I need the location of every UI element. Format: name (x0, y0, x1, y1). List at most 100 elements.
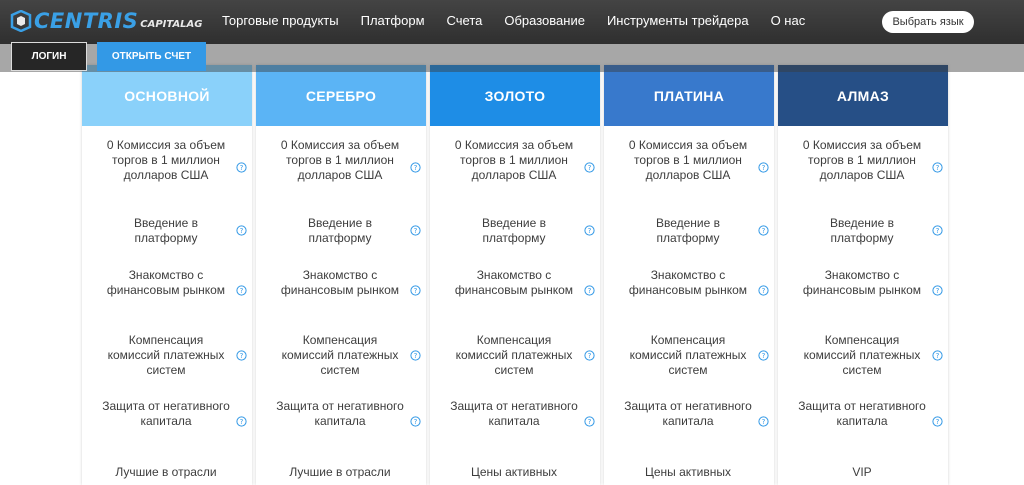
plan-column: ПЛАТИНА 0 Комиссия за объем торгов в 1 ми… (604, 65, 774, 485)
logo-main-text: CENTRIS (34, 9, 139, 33)
plan-feature-text: Защита от негативного капитала (624, 399, 752, 428)
plan-feature-text: Знакомство с финансовым рынком (280, 268, 400, 297)
svg-text:?: ? (240, 418, 244, 426)
plan-feature-text: Введение в платформу (655, 216, 721, 245)
nav-trader-tools[interactable]: Инструменты трейдера (607, 13, 749, 28)
svg-text:?: ? (414, 227, 418, 235)
svg-text:?: ? (240, 164, 244, 172)
plan-column: СЕРЕБРО 0 Комиссия за объем торгов в 1 ми… (256, 65, 426, 485)
plan-feature-text: Знакомство с финансовым рынком (454, 268, 574, 297)
svg-text:?: ? (762, 352, 766, 360)
plan-feature-text: Введение в платформу (133, 216, 199, 245)
plan-feature-text: 0 Комиссия за объем торгов в 1 миллион д… (628, 138, 748, 182)
plan-feature-text: Компенсация комиссий платежных систем (455, 333, 573, 377)
help-question-icon[interactable]: ? (410, 349, 421, 361)
help-question-icon[interactable]: ? (932, 415, 943, 427)
plan-feature-text: 0 Комиссия за объем торгов в 1 миллион д… (454, 138, 574, 182)
plan-feature-text: 0 Комиссия за объем торгов в 1 миллион д… (802, 138, 922, 182)
svg-text:?: ? (936, 227, 940, 235)
help-question-icon[interactable]: ? (758, 349, 769, 361)
svg-text:?: ? (588, 287, 592, 295)
help-question-icon[interactable]: ? (758, 225, 769, 236)
svg-text:?: ? (762, 287, 766, 295)
plan-feature-text: 0 Комиссия за объем торгов в 1 миллион д… (280, 138, 400, 182)
plan-column: ОСНОВНОЙ 0 Комиссия за объем торгов в 1 м… (82, 65, 252, 485)
svg-text:?: ? (762, 164, 766, 172)
svg-text:?: ? (588, 164, 592, 172)
help-question-icon[interactable]: ? (236, 349, 247, 361)
nav-about[interactable]: О нас (771, 13, 806, 28)
logo-mark-icon (10, 10, 32, 32)
svg-text:?: ? (936, 164, 940, 172)
plan-feature-text: Компенсация комиссий платежных систем (107, 333, 225, 377)
plan-feature-text: Введение в платформу (829, 216, 895, 245)
help-question-icon[interactable]: ? (236, 225, 247, 236)
help-question-icon[interactable]: ? (584, 349, 595, 361)
svg-text:?: ? (588, 352, 592, 360)
svg-text:?: ? (762, 418, 766, 426)
svg-text:?: ? (240, 352, 244, 360)
svg-text:?: ? (936, 287, 940, 295)
plan-header[interactable]: АЛМАЗ (778, 65, 948, 126)
plan-header[interactable]: ПЛАТИНА (604, 65, 774, 126)
svg-text:?: ? (936, 352, 940, 360)
help-question-icon[interactable]: ? (758, 162, 769, 173)
help-question-icon[interactable]: ? (932, 349, 943, 361)
plan-feature-text: Компенсация комиссий платежных систем (281, 333, 399, 377)
help-question-icon[interactable]: ? (584, 284, 595, 296)
logo-sub-text: CAPITALAG (140, 18, 203, 30)
help-question-icon[interactable]: ? (236, 415, 247, 427)
help-question-icon[interactable]: ? (932, 162, 943, 173)
plan-feature-text: Введение в платформу (481, 216, 547, 245)
help-question-icon[interactable]: ? (758, 284, 769, 296)
login-button[interactable]: ЛОГИН (11, 42, 87, 71)
svg-text:?: ? (588, 418, 592, 426)
help-question-icon[interactable]: ? (758, 415, 769, 427)
help-question-icon[interactable]: ? (584, 225, 595, 236)
plan-header[interactable]: ЗОЛОТО (430, 65, 600, 126)
plan-column: АЛМАЗ 0 Комиссия за объем торгов в 1 милл… (778, 65, 948, 485)
nav-platform[interactable]: Платформ (361, 13, 425, 28)
top-header: CENTRIS CAPITALAG Торговые продукты Плат… (0, 0, 1024, 44)
help-question-icon[interactable]: ? (410, 225, 421, 236)
plan-feature-text: 0 Комиссия за объем торгов в 1 миллион д… (106, 138, 226, 182)
plan-feature-text: Защита от негативного капитала (798, 399, 926, 428)
plan-feature-text: Защита от негативного капитала (102, 399, 230, 428)
plan-feature-text: Введение в платформу (307, 216, 373, 245)
main-nav: Торговые продукты Платформ Счета Образов… (222, 13, 827, 28)
help-question-icon[interactable]: ? (932, 225, 943, 236)
svg-text:?: ? (240, 287, 244, 295)
plan-column: ЗОЛОТО 0 Комиссия за объем торгов в 1 мил… (430, 65, 600, 485)
plan-feature-text: Защита от негативного капитала (276, 399, 404, 428)
svg-text:?: ? (240, 227, 244, 235)
plan-feature-text: Знакомство с финансовым рынком (106, 268, 226, 297)
help-question-icon[interactable]: ? (410, 162, 421, 173)
open-account-button[interactable]: ОТКРЫТЬ СЧЕТ (97, 42, 206, 71)
plan-feature-text: Знакомство с финансовым рынком (802, 268, 922, 297)
help-question-icon[interactable]: ? (932, 284, 943, 296)
svg-text:?: ? (414, 164, 418, 172)
nav-trading-products[interactable]: Торговые продукты (222, 13, 339, 28)
plans-table: ОСНОВНОЙ 0 Комиссия за объем торгов в 1 м… (82, 65, 952, 485)
help-question-icon[interactable]: ? (410, 415, 421, 427)
svg-text:?: ? (762, 227, 766, 235)
help-question-icon[interactable]: ? (236, 284, 247, 296)
help-question-icon[interactable]: ? (584, 415, 595, 427)
plan-feature-text: Компенсация комиссий платежных систем (803, 333, 921, 377)
help-question-icon[interactable]: ? (236, 162, 247, 173)
svg-text:?: ? (414, 418, 418, 426)
help-question-icon[interactable]: ? (584, 162, 595, 173)
svg-text:?: ? (588, 227, 592, 235)
svg-text:?: ? (414, 287, 418, 295)
plan-header[interactable]: ОСНОВНОЙ (82, 65, 252, 126)
help-question-icon[interactable]: ? (410, 284, 421, 296)
plan-header[interactable]: СЕРЕБРО (256, 65, 426, 126)
plan-feature-text: Защита от негативного капитала (450, 399, 578, 428)
logo[interactable]: CENTRIS CAPITALAG (10, 6, 203, 36)
svg-text:?: ? (936, 418, 940, 426)
svg-text:?: ? (414, 352, 418, 360)
nav-accounts[interactable]: Счета (447, 13, 483, 28)
language-select-button[interactable]: Выбрать язык (882, 11, 974, 33)
plan-feature-text: Знакомство с финансовым рынком (628, 268, 748, 297)
nav-education[interactable]: Образование (504, 13, 585, 28)
